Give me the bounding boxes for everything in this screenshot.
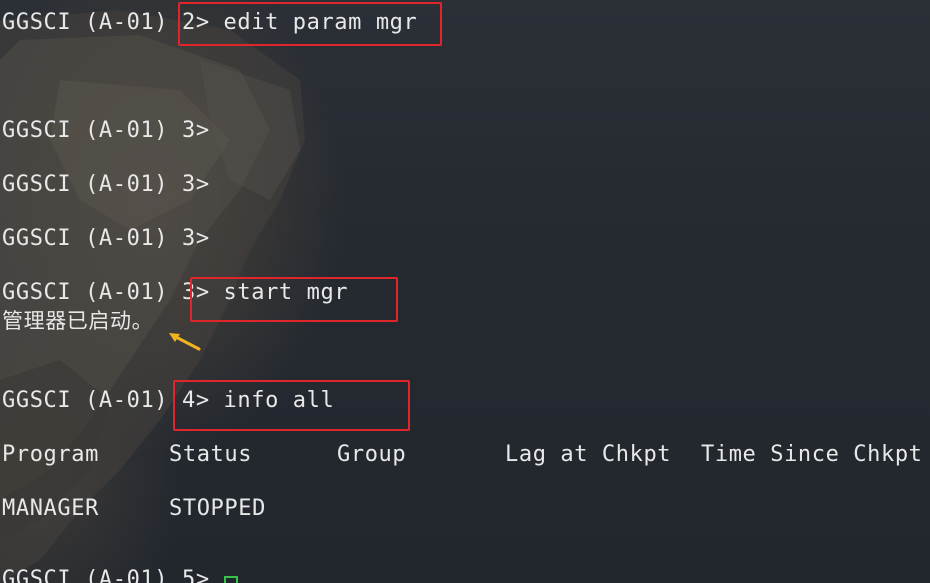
command-highlight-box — [190, 277, 398, 322]
annotation-arrow-icon — [169, 333, 201, 351]
table-cell-program: MANAGER — [2, 496, 99, 521]
table-header-time-since: Time Since Chkpt — [701, 442, 923, 467]
table-header-group: Group — [337, 442, 407, 467]
prompt-text: GGSCI (A-01) — [2, 10, 182, 35]
table-cell-status: STOPPED — [169, 496, 266, 521]
terminal-line-prompt: GGSCI (A-01) 3> — [2, 118, 210, 143]
terminal-line-current-prompt: GGSCI (A-01) 5> — [2, 567, 210, 583]
terminal-output-manager-started: 管理器已启动。 — [2, 309, 154, 333]
prompt-text: GGSCI (A-01) 3 — [2, 280, 196, 305]
terminal-line-prompt: GGSCI (A-01) 3> — [2, 172, 210, 197]
table-header-status: Status — [169, 442, 253, 467]
table-header-lag: Lag at Chkpt — [505, 442, 672, 467]
command-highlight-box — [173, 380, 410, 431]
prompt-text: GGSCI (A-01) — [2, 388, 182, 413]
table-header-program: Program — [2, 442, 99, 467]
terminal-line-prompt: GGSCI (A-01) 3> — [2, 226, 210, 251]
command-highlight-box — [178, 2, 442, 46]
terminal-window[interactable]: GGSCI (A-01) 2> edit param mgr GGSCI (A-… — [0, 0, 930, 583]
terminal-cursor[interactable] — [224, 576, 238, 583]
